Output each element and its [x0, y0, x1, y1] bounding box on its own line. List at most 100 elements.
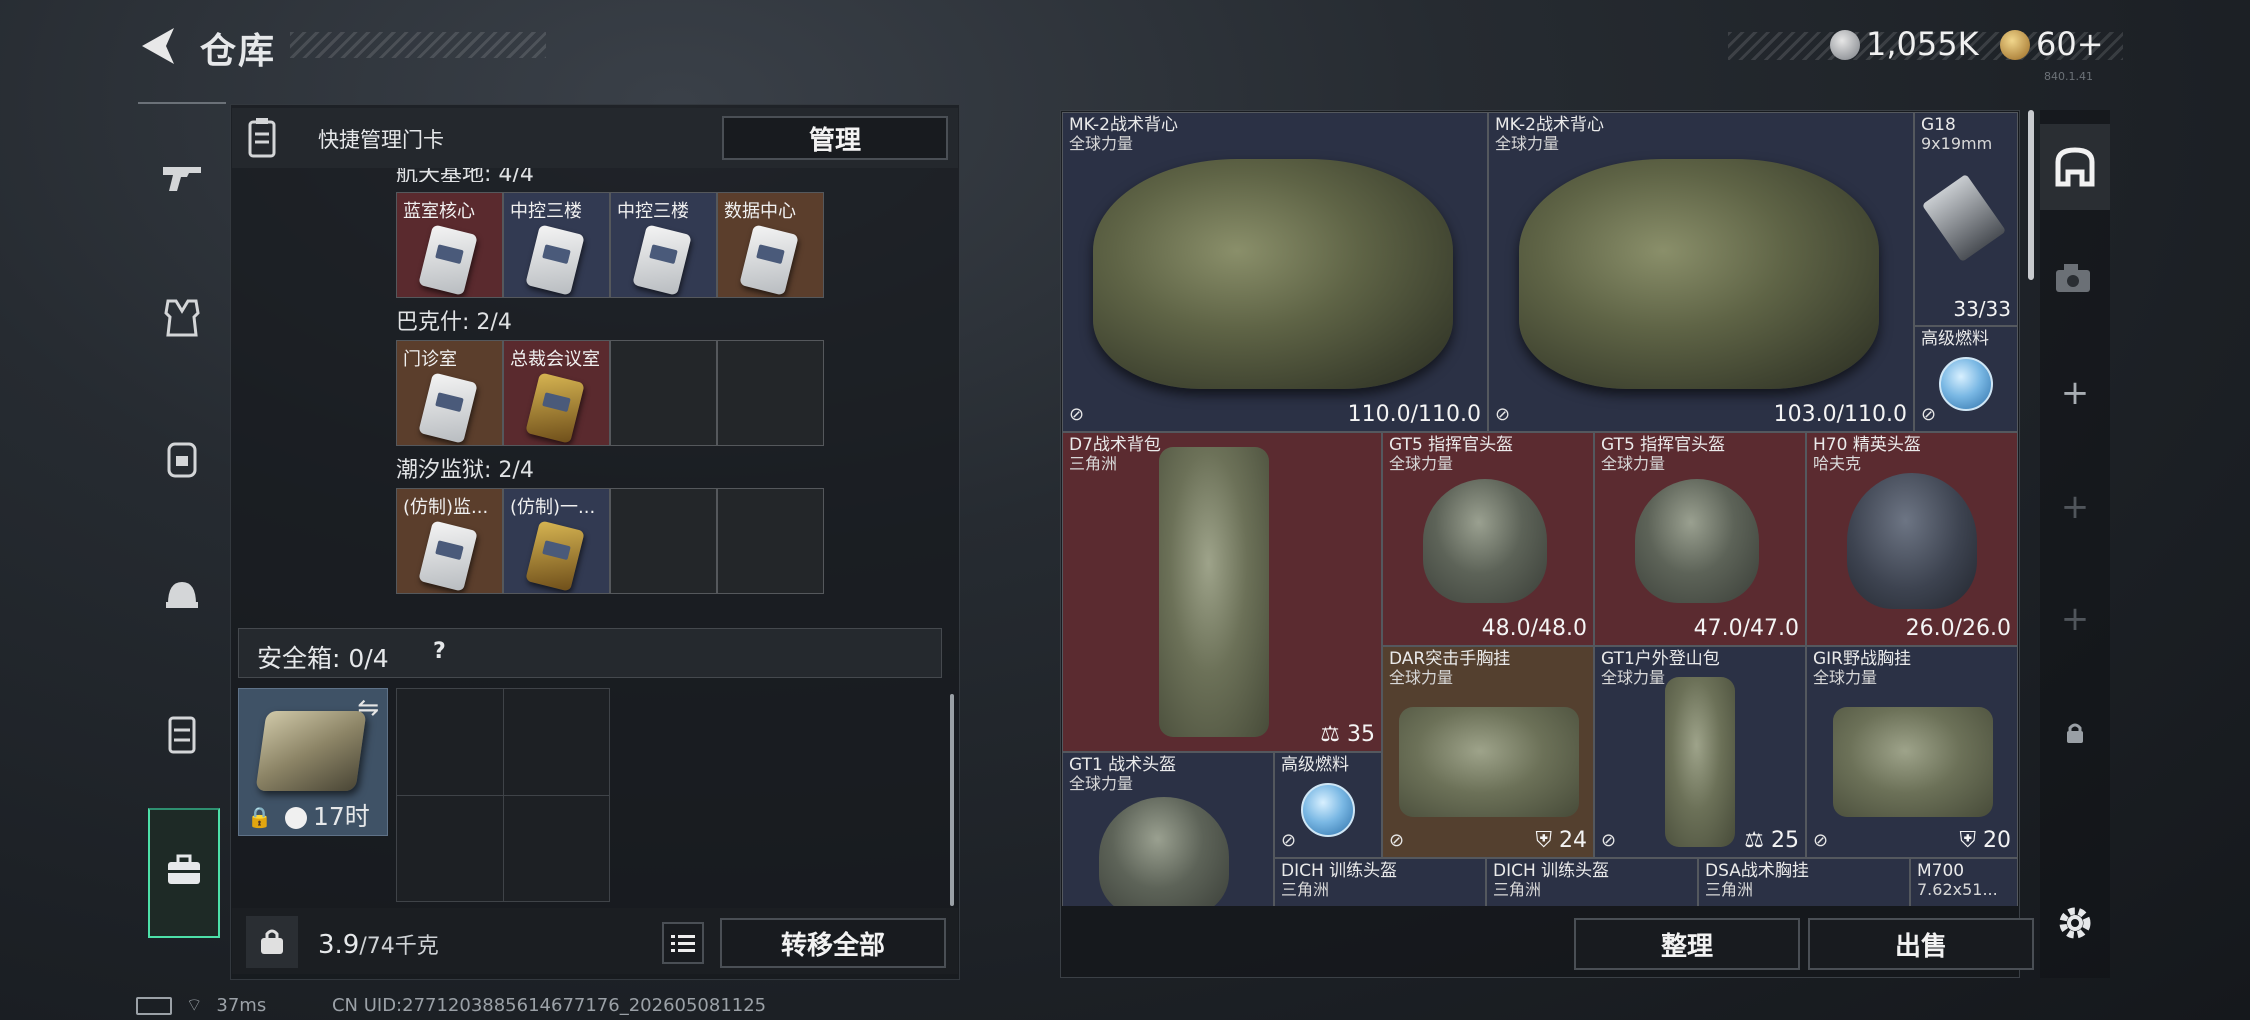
back-arrow-icon[interactable] [136, 24, 182, 68]
help-icon[interactable]: ? [433, 639, 446, 664]
no-insure-icon: ⊘ [1813, 830, 1829, 851]
empty-slot[interactable] [610, 488, 717, 594]
keycard-label: 蓝室核心 [403, 201, 475, 222]
weight-small-icon: ⚖ [1320, 722, 1347, 747]
armor-vest-icon[interactable] [140, 276, 224, 360]
item-cell[interactable]: D7战术背包 三角洲 ⚖ 35 [1062, 432, 1382, 752]
helmet-icon[interactable] [140, 552, 224, 636]
capacity: ⚖ 35 [1320, 722, 1375, 747]
keycard-slot[interactable]: 蓝室核心 [396, 192, 503, 298]
no-insure-icon: ⊘ [1281, 830, 1297, 851]
empty-slot[interactable] [717, 488, 824, 594]
safe-box-bar: 安全箱: 0/4 ? [238, 628, 942, 678]
no-insure-icon: ⊘ [1921, 404, 1937, 425]
keycard-slot[interactable]: 门诊室 [396, 340, 503, 446]
item-name: 高级燃料 [1281, 755, 1349, 775]
durability: 103.0/110.0 [1773, 402, 1907, 427]
item-cell[interactable]: DICH 训练头盔 三角洲 [1486, 858, 1698, 906]
item-cell[interactable]: DSA战术胸挂 三角洲 [1698, 858, 1910, 906]
item-cell[interactable]: G18 9x19mm 33/33 [1914, 112, 2018, 326]
item-brand: 三角洲 [1493, 880, 1542, 899]
capacity: ⛨ 20 [1960, 828, 2012, 853]
durability: 26.0/26.0 [1905, 616, 2011, 641]
nav-item-toolbox-active[interactable] [148, 808, 220, 938]
ammo-count: 33/33 [1953, 297, 2011, 321]
weight-icon [246, 916, 298, 968]
item-cell[interactable]: MK-2战术背心 全球力量 ⊘ 103.0/110.0 [1488, 112, 1914, 432]
weight-max: /74千克 [359, 934, 439, 959]
item-cell[interactable]: H70 精英头盔 哈夫克 26.0/26.0 [1806, 432, 2018, 646]
keycard-slot[interactable]: 数据中心 [717, 192, 824, 298]
item-cell[interactable]: GT5 指挥官头盔 全球力量 47.0/47.0 [1594, 432, 1806, 646]
transfer-all-button[interactable]: 转移全部 [720, 918, 946, 968]
card-row-1: 蓝室核心 中控三楼 中控三楼 数据中心 [396, 192, 824, 298]
empty-slot[interactable] [717, 340, 824, 446]
item-grid: MK-2战术背心 全球力量 ⊘ 110.0/110.0 MK-2战术背心 全球力… [1062, 112, 2018, 906]
vest-icon [1519, 159, 1879, 389]
item-cell[interactable]: MK-2战术背心 全球力量 ⊘ 110.0/110.0 [1062, 112, 1488, 432]
item-cell[interactable]: DAR突击手胸挂 全球力量 ⊘ ⛨ 24 [1382, 646, 1594, 858]
currency-gold[interactable]: 60+ [2036, 25, 2104, 63]
add-tab-icon-disabled[interactable]: + [2040, 464, 2110, 550]
keycard-label: 数据中心 [724, 201, 796, 222]
keycard-label: (仿制)一... [510, 497, 596, 518]
camera-tab-icon[interactable] [2040, 236, 2110, 322]
keycard-slot[interactable]: 中控三楼 [503, 192, 610, 298]
keycard-slot[interactable]: (仿制)监... [396, 488, 503, 594]
manage-button[interactable]: 管理 [722, 116, 948, 160]
keycard-label: (仿制)监... [403, 497, 489, 518]
chest-rig-icon[interactable] [140, 692, 224, 776]
item-cell[interactable]: GT5 指挥官头盔 全球力量 48.0/48.0 [1382, 432, 1594, 646]
settings-gear-icon[interactable] [2040, 880, 2110, 966]
helmet-icon [1847, 473, 1977, 609]
swap-icon[interactable]: ⇋ [357, 693, 379, 723]
capacity: ⚖ 25 [1744, 828, 1799, 853]
item-brand: 全球力量 [1601, 454, 1666, 473]
sort-button[interactable]: 整理 [1574, 918, 1800, 970]
no-insure-icon: ⊘ [1601, 830, 1617, 851]
item-brand: 全球力量 [1495, 134, 1560, 153]
weapon-icon[interactable] [140, 136, 224, 220]
item-cell[interactable]: DICH 训练头盔 三角洲 [1274, 858, 1486, 906]
add-tab-icon-disabled[interactable]: + [2040, 576, 2110, 662]
keycard-slot[interactable]: 中控三楼 [610, 192, 717, 298]
keycard-icon [525, 224, 585, 296]
warehouse-tab-icon[interactable] [2040, 124, 2110, 210]
item-cell[interactable]: GIR野战胸挂 全球力量 ⊘ ⛨ 20 [1806, 646, 2018, 858]
backpack-icon[interactable] [140, 416, 224, 500]
helmet-icon [1423, 479, 1547, 603]
empty-slot[interactable] [610, 340, 717, 446]
item-name: DICH 训练头盔 [1281, 861, 1398, 881]
item-name: M700 [1917, 861, 1965, 881]
item-cell[interactable]: 高级燃料 ⊘ [1274, 752, 1382, 858]
safe-box-label: 安全箱: 0/4 [257, 644, 389, 673]
chest-rig-icon [1399, 707, 1579, 817]
safe-box-item[interactable]: ⇋ 🔒 17时 [238, 688, 388, 836]
left-scrollbar[interactable] [950, 694, 954, 906]
item-cell[interactable]: 高级燃料 ⊘ [1914, 326, 2018, 432]
list-view-icon[interactable] [662, 922, 704, 964]
item-brand: 三角洲 [1705, 880, 1754, 899]
currency-silver[interactable]: 1,055K [1866, 25, 1979, 63]
keycard-slot[interactable]: (仿制)一... [503, 488, 610, 594]
vest-small-icon: ⛨ [1959, 828, 1983, 853]
keycard-icon [418, 520, 478, 592]
item-cell[interactable]: GT1 战术头盔 全球力量 [1062, 752, 1274, 906]
add-tab-icon[interactable]: + [2040, 350, 2110, 436]
quick-manage-label: 快捷管理门卡 [318, 128, 444, 152]
item-cell[interactable]: M700 7.62x51... [1910, 858, 2018, 906]
keycard-slot[interactable]: 总裁会议室 [503, 340, 610, 446]
weight-small-icon: ⚖ [1744, 828, 1771, 853]
item-name: DICH 训练头盔 [1493, 861, 1610, 881]
item-caliber: 7.62x51... [1917, 880, 1998, 899]
keycard-label: 门诊室 [403, 349, 457, 370]
keycard-icon [525, 372, 585, 444]
right-scrollbar[interactable] [2028, 110, 2034, 280]
card-row-2: 门诊室 总裁会议室 [396, 340, 824, 446]
locked-tab-icon[interactable] [2040, 690, 2110, 776]
item-brand: 全球力量 [1389, 668, 1454, 687]
item-cell[interactable]: GT1户外登山包 全球力量 ⊘ ⚖ 25 [1594, 646, 1806, 858]
keycard-label: 中控三楼 [617, 201, 689, 222]
safe-box-timer: 17时 [313, 802, 370, 831]
sell-button[interactable]: 出售 [1808, 918, 2034, 970]
